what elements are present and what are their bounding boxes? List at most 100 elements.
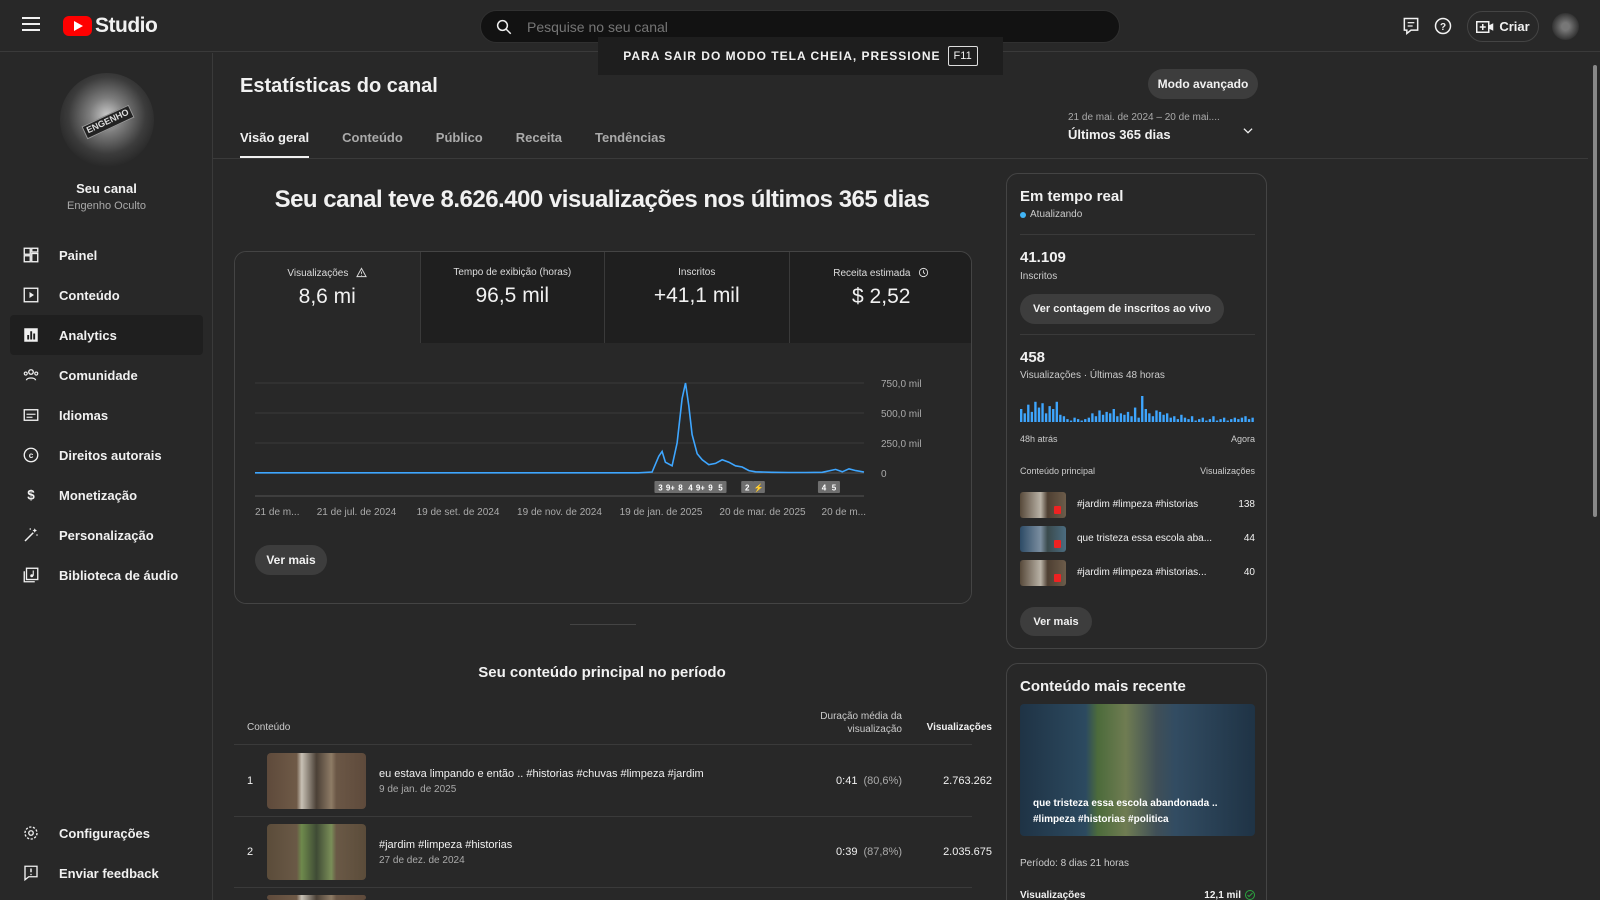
kpi-value: $ 2,52 [852,285,911,308]
warning-icon [356,267,367,278]
col-views[interactable]: Visualizações [914,722,992,733]
sidebar-item-content[interactable]: Conteúdo [10,275,203,315]
realtime-bar [1130,416,1133,422]
realtime-bar [1020,409,1023,422]
video-marker-label: 9+ [696,484,705,493]
table-row[interactable]: 2 #jardim #limpeza #historias 27 de dez.… [234,817,992,888]
realtime-bar [1062,416,1066,422]
sidebar-item-languages[interactable]: Idiomas [10,395,203,435]
video-title: #jardim #limpeza #historias [1077,499,1199,510]
kpi-value: 8,6 mi [298,285,356,308]
subtitles-icon [23,409,39,421]
status-text: Atualizando [1030,209,1083,220]
analytics-tabs: Visão geral Conteúdo Público Receita Ten… [240,122,699,158]
realtime-bar [1230,419,1233,422]
date-range-selector[interactable]: 21 de mai. de 2024 – 20 de mai.... Últim… [1068,112,1258,142]
realtime-list-item[interactable]: #jardim #limpeza #historias 138 [1020,492,1255,518]
studio-logo[interactable]: Studio [63,14,158,38]
video-marker-label: 4 [688,484,693,493]
sidebar-item-copyright[interactable]: c Direitos autorais [10,435,203,475]
realtime-bar [1073,417,1076,422]
realtime-see-more-button[interactable]: Ver mais [1020,607,1092,636]
sidebar-item-analytics[interactable]: Analytics [10,315,203,355]
sidebar-item-monetization[interactable]: $ Monetização [10,475,203,515]
realtime-views-label: Visualizações · Últimas 48 horas [1020,370,1165,381]
audio-library-icon [23,567,39,583]
account-avatar[interactable] [1552,13,1579,40]
table-row[interactable]: 1 eu estava limpando e então .. #histori… [234,746,992,817]
tab-audience[interactable]: Público [436,122,483,158]
realtime-bar [1055,401,1058,422]
svg-text:$: $ [27,488,35,503]
sidebar-item-dashboard[interactable]: Painel [10,235,203,275]
video-avg-duration: 0:41 (80,6%) [764,775,902,787]
tab-revenue[interactable]: Receita [516,122,562,158]
sidebar-item-label: Painel [59,247,98,263]
video-title[interactable]: eu estava limpando e então .. #historias… [379,768,704,780]
menu-icon[interactable] [22,17,40,31]
tab-overview[interactable]: Visão geral [240,122,310,158]
realtime-bar [1251,417,1254,422]
video-thumbnail[interactable] [267,895,366,900]
kpi-subscribers[interactable]: Inscritos +41,1 mil [604,252,789,343]
realtime-bar [1084,419,1087,422]
divider [1020,234,1255,235]
help-icon[interactable]: ? [1433,16,1453,36]
realtime-title: Em tempo real [1020,188,1124,205]
col-duration[interactable]: Duração média da visualização [764,710,902,736]
row-rank: 1 [247,775,254,787]
realtime-list-item[interactable]: #jardim #limpeza #historias... 40 [1020,560,1255,586]
create-button[interactable]: Criar [1467,11,1539,42]
search-input[interactable] [527,18,1087,35]
video-title[interactable]: #jardim #limpeza #historias [379,839,512,851]
realtime-bar [1205,420,1208,422]
live-subscriber-count-button[interactable]: Ver contagem de inscritos ao vivo [1020,294,1224,324]
sidebar-item-settings[interactable]: Configurações [10,813,203,853]
table-row[interactable] [234,888,972,900]
header-divider [213,158,1588,159]
channel-avatar[interactable]: ENGENHO [60,73,154,167]
kpi-views[interactable]: Visualizações 8,6 mi [235,252,420,343]
realtime-bar [1219,419,1222,422]
messages-icon[interactable] [1401,16,1421,36]
realtime-bar [1098,410,1101,422]
views-chart-area: 750,0 mil 500,0 mil 250,0 mil 0 21 de m... 21… [235,343,971,603]
video-views: 44 [1243,533,1255,544]
kpi-value: 96,5 mil [475,284,550,307]
kpi-value: +41,1 mil [653,284,740,307]
tab-content[interactable]: Conteúdo [342,122,403,158]
realtime-bar [1169,417,1172,422]
realtime-list-item[interactable]: que tristeza essa escola aba... 44 [1020,526,1255,552]
realtime-bar-chart[interactable] [1020,392,1255,422]
channel-title: Seu canal [76,181,137,196]
kpi-watch-time[interactable]: Tempo de exibição (horas) 96,5 mil [419,252,604,343]
fullscreen-message: PARA SAIR DO MODO TELA CHEIA, PRESSIONE [623,49,941,63]
spark-axis-end: Agora [1230,434,1255,444]
page-scrollbar[interactable] [1590,53,1600,900]
realtime-bar [1151,416,1155,422]
video-thumbnail[interactable] [267,753,366,809]
realtime-bar [1037,407,1041,422]
sidebar-item-audio-library[interactable]: Biblioteca de áudio [10,555,203,595]
x-tick-label: 20 de m... [822,507,866,518]
video-thumbnail[interactable] [267,824,366,880]
sidebar-item-customization[interactable]: Personalização [10,515,203,555]
realtime-bar [1187,419,1190,422]
kpi-label: Tempo de exibição (horas) [453,267,572,278]
see-more-button[interactable]: Ver mais [255,545,327,575]
sidebar-item-community[interactable]: Comunidade [10,355,203,395]
y-tick-label: 750,0 mil [881,379,922,390]
dashboard-icon [23,247,39,263]
x-tick-label: 19 de nov. de 2024 [517,507,602,518]
overview-card: Visualizações 8,6 mi Tempo de exibição (… [234,251,972,604]
video-marker-label: ⚡ [754,483,764,493]
video-title: #jardim #limpeza #historias... [1077,567,1207,578]
kpi-revenue[interactable]: Receita estimada $ 2,52 [788,252,971,343]
tab-trends[interactable]: Tendências [595,122,666,158]
svg-text:c: c [29,451,34,460]
advanced-mode-button[interactable]: Modo avançado [1148,69,1258,99]
sidebar-item-feedback[interactable]: Enviar feedback [10,853,203,893]
sidebar-item-label: Comunidade [59,367,138,383]
latest-video-thumbnail[interactable]: que tristeza essa escola abandonada .. #… [1020,704,1255,836]
scrollbar-thumb[interactable] [1593,65,1597,517]
